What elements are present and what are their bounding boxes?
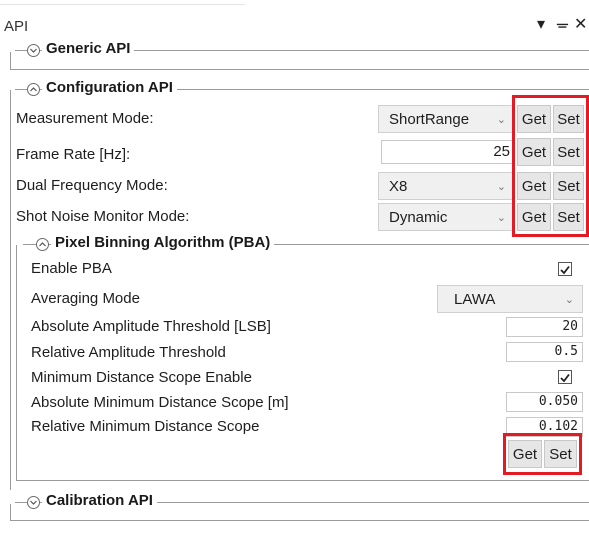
highlight-box-pba-buttons [503,433,582,475]
collapse-pba-icon[interactable] [36,238,49,251]
abs-amplitude-threshold-input[interactable]: 20 [506,317,583,337]
abs-min-distance-scope-input[interactable]: 0.050 [506,392,583,412]
averaging-mode-label: Averaging Mode [31,290,140,307]
generic-group-left [10,52,11,69]
enable-pba-label: Enable PBA [31,260,112,277]
panel-title-bar: API [0,0,589,36]
abs-amplitude-threshold-label: Absolute Amplitude Threshold [LSB] [31,318,271,335]
rel-amplitude-threshold-input[interactable]: 0.5 [506,342,583,362]
pba-group-bottom [16,480,589,481]
caret-down-icon[interactable]: ▾ [537,14,545,34]
dual-frequency-mode-select[interactable]: X8 ⌄ [378,172,515,200]
dual-frequency-mode-label: Dual Frequency Mode: [16,177,168,194]
checkmark-icon [560,373,570,383]
shot-noise-monitor-value: Dynamic [389,209,448,226]
abs-min-distance-scope-label: Absolute Minimum Distance Scope [m] [31,394,289,411]
collapse-config-icon[interactable] [27,83,40,96]
chevron-down-icon: ⌄ [564,294,574,306]
frame-rate-label: Frame Rate [Hz]: [16,146,131,163]
pin-icon[interactable]: ᚚ [557,14,568,34]
abs-amplitude-threshold-value: 20 [562,319,578,334]
expand-calibration-icon[interactable] [27,496,40,509]
close-icon[interactable]: ✕ [574,14,587,34]
abs-min-distance-scope-value: 0.050 [538,394,578,409]
chevron-down-icon: ⌄ [496,114,506,126]
rel-amplitude-threshold-value: 0.5 [554,344,578,359]
checkmark-icon [560,265,570,275]
config-group-left [10,90,11,490]
averaging-mode-select[interactable]: LAWA ⌄ [437,285,583,313]
enable-pba-checkbox[interactable] [558,262,572,276]
config-group-title: Configuration API [42,79,177,96]
shot-noise-monitor-select[interactable]: Dynamic ⌄ [378,203,515,231]
measurement-mode-value: ShortRange [389,111,470,128]
pba-group-title: Pixel Binning Algorithm (PBA) [51,234,275,251]
averaging-mode-value: LAWA [454,291,496,308]
calibration-group-left [10,504,11,520]
measurement-mode-select[interactable]: ShortRange ⌄ [378,105,515,133]
highlight-box-config-buttons [512,95,589,237]
generic-group-bottom [10,69,589,70]
rel-min-distance-scope-value: 0.102 [538,419,578,434]
dual-frequency-mode-value: X8 [389,178,408,195]
panel-title: API [4,18,29,35]
measurement-mode-label: Measurement Mode: [16,110,154,127]
min-distance-scope-enable-checkbox[interactable] [558,370,572,384]
frame-rate-value: 25 [493,143,510,160]
pba-group-left [16,245,17,480]
shot-noise-monitor-label: Shot Noise Monitor Mode: [16,208,190,225]
min-distance-scope-enable-label: Minimum Distance Scope Enable [31,369,252,386]
expand-generic-icon[interactable] [27,44,40,57]
rel-min-distance-scope-label: Relative Minimum Distance Scope [31,418,260,435]
chevron-down-icon: ⌄ [496,212,506,224]
chevron-down-icon: ⌄ [496,181,506,193]
frame-rate-input[interactable]: 25 [381,140,515,164]
calibration-group-bottom [10,520,589,521]
generic-group-title: Generic API [42,40,135,57]
rel-amplitude-threshold-label: Relative Amplitude Threshold [31,344,226,361]
calibration-group-title: Calibration API [42,492,157,509]
